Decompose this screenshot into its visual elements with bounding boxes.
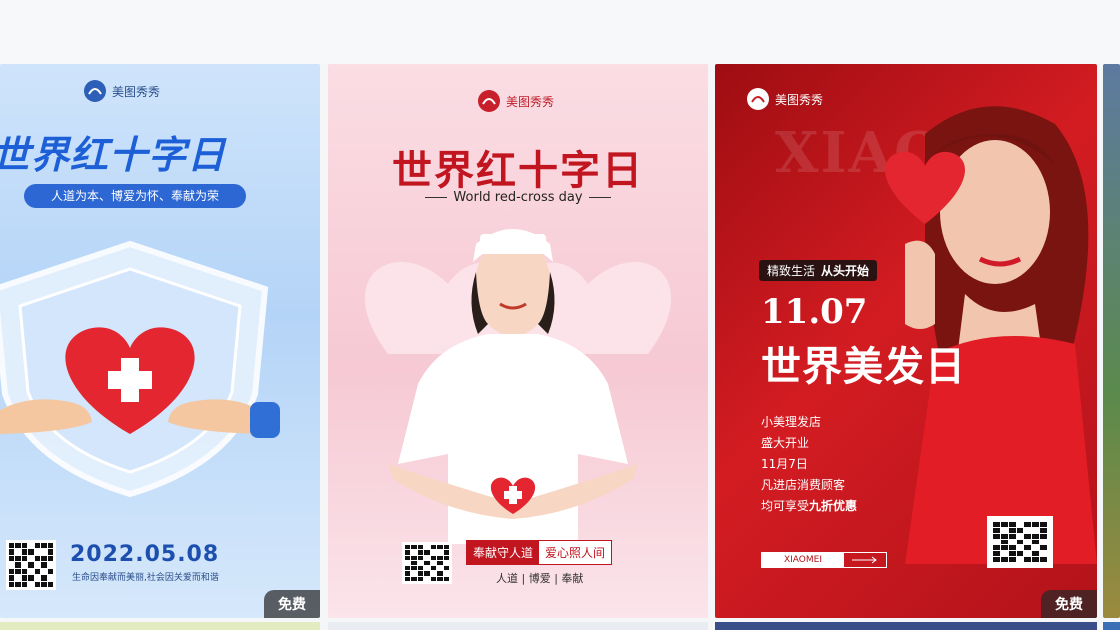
meitu-logo-icon [84, 80, 106, 102]
brand-name: 美图秀秀 [506, 94, 555, 109]
tag-right: 爱心照人间 [539, 541, 612, 564]
meitu-logo-icon [747, 88, 769, 110]
brand-name: 美图秀秀 [775, 92, 824, 107]
pill-row: 精致生活 从头开始 [759, 260, 878, 281]
brand-logo: 美图秀秀 [478, 90, 554, 112]
heart-shield-illustration [0, 240, 280, 498]
pill-text-a: 精致生活 [767, 264, 816, 278]
free-badge: 免费 [264, 590, 320, 618]
poster-info: 小美理发店 盛大开业 11月7日 凡进店消费顾客 均可享受九折优惠 [761, 412, 857, 517]
poster-title: 世界红十字日 [0, 133, 227, 177]
qr-code [987, 516, 1053, 568]
template-card-partial[interactable] [1103, 64, 1120, 618]
poster-title: 世界美发日 [761, 343, 966, 390]
tag-row: 奉献守人道 爱心照人间 [466, 540, 613, 565]
brand-logo: 美图秀秀 [84, 80, 160, 102]
next-row-hint [0, 622, 320, 630]
brand-button: XIAOMEI [761, 552, 887, 568]
poster-footer: 生命因奉献而美丽,社会因关爱而和谐 [72, 573, 219, 583]
next-row-hint [1103, 622, 1120, 630]
poster-date: 2022.05.08 [70, 542, 220, 567]
info-line: 凡进店消费顾客 [761, 478, 846, 492]
meitu-logo-icon [478, 90, 500, 112]
info-line: 11月7日 [761, 457, 808, 471]
free-badge: 免费 [1041, 590, 1097, 618]
poster-subtitle: World red-cross day [453, 190, 583, 205]
brand-name: 美图秀秀 [112, 84, 161, 99]
poster-slogan: 人道为本、博爱为怀、奉献为荣 [24, 184, 246, 208]
qr-code [402, 542, 452, 584]
woman-illustration [885, 106, 1097, 564]
tag-left: 奉献守人道 [467, 541, 540, 564]
template-card-red-cross-blue[interactable]: 美图秀秀 世界红十字日 人道为本、博爱为怀、奉献为荣 2022.05.08 生命… [0, 64, 320, 618]
qr-code [6, 540, 56, 590]
next-row-hint [715, 622, 1097, 630]
template-card-hair-day[interactable]: XIAO 美图秀秀 精致生活 从头开始 11.07 世界美发日 小美理发店 盛大… [715, 64, 1097, 618]
top-bar [0, 0, 1120, 64]
brand-button-label: XIAOMEI [762, 553, 844, 567]
info-line: 盛大开业 [761, 436, 810, 450]
brand-logo: 美图秀秀 [747, 88, 823, 110]
next-row-hint [328, 622, 708, 630]
promo-line: 均可享受九折优惠 [761, 499, 858, 513]
pill-text-b: 从头开始 [821, 264, 870, 278]
poster-footer: 人道 | 博爱 | 奉献 [496, 572, 584, 585]
poster-date: 11.07 [761, 292, 868, 332]
template-card-red-cross-nurse[interactable]: 美图秀秀 世界红十字日 World red-cross day 奉献守人道 爱心… [328, 64, 708, 618]
nurse-illustration [364, 229, 672, 544]
poster-subtitle-row: World red-cross day [328, 190, 708, 205]
poster-title: 世界红十字日 [392, 147, 644, 194]
arrow-right-icon [844, 553, 886, 567]
info-line: 小美理发店 [761, 415, 822, 429]
